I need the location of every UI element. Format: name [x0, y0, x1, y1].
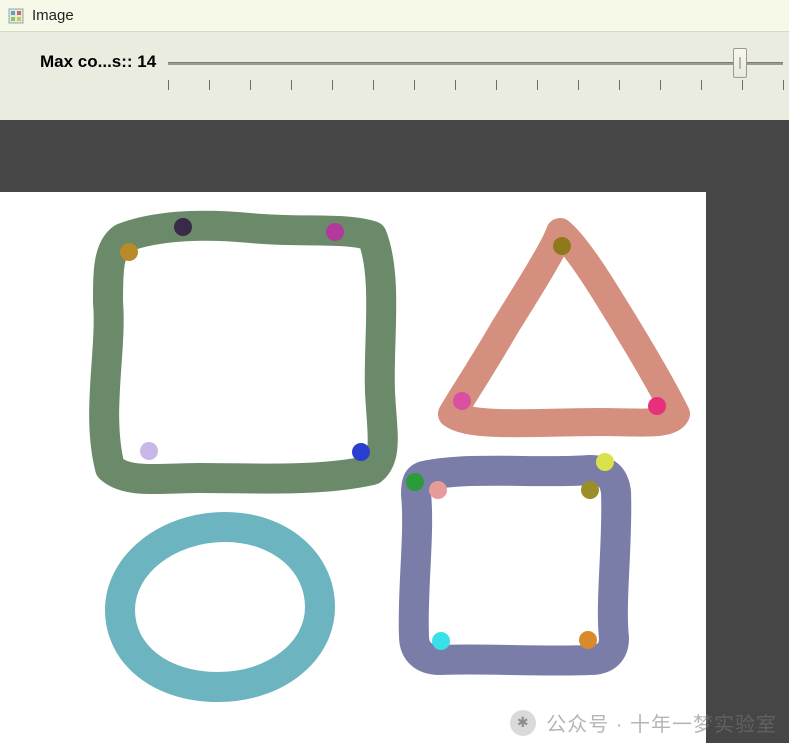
corner-point — [579, 631, 597, 649]
window-title: Image — [32, 7, 74, 24]
corner-point — [352, 443, 370, 461]
corner-point — [596, 453, 614, 471]
slider-track — [168, 62, 783, 65]
corner-point — [406, 473, 424, 491]
max-corners-slider[interactable] — [168, 54, 783, 114]
corner-point — [174, 218, 192, 236]
title-bar: Image — [0, 0, 789, 32]
corner-point — [326, 223, 344, 241]
teal-ellipse-shape — [120, 527, 320, 687]
slider-label: Max co...s:: 14 — [40, 52, 156, 72]
corner-point — [120, 243, 138, 261]
image-canvas — [0, 192, 706, 743]
corner-point — [453, 392, 471, 410]
corner-point — [140, 442, 158, 460]
content-area: ✱ 公众号 · 十年一梦实验室 — [0, 120, 789, 743]
salmon-triangle-shape — [452, 232, 676, 423]
corner-point — [581, 481, 599, 499]
corner-point — [432, 632, 450, 650]
slider-thumb[interactable] — [733, 48, 747, 78]
slider-ticks — [168, 80, 783, 94]
corner-point — [553, 237, 571, 255]
app-icon — [8, 8, 24, 24]
green-square-shape — [104, 226, 383, 479]
corner-point — [429, 481, 447, 499]
toolbar: Max co...s:: 14 — [0, 32, 789, 120]
corner-point — [648, 397, 666, 415]
